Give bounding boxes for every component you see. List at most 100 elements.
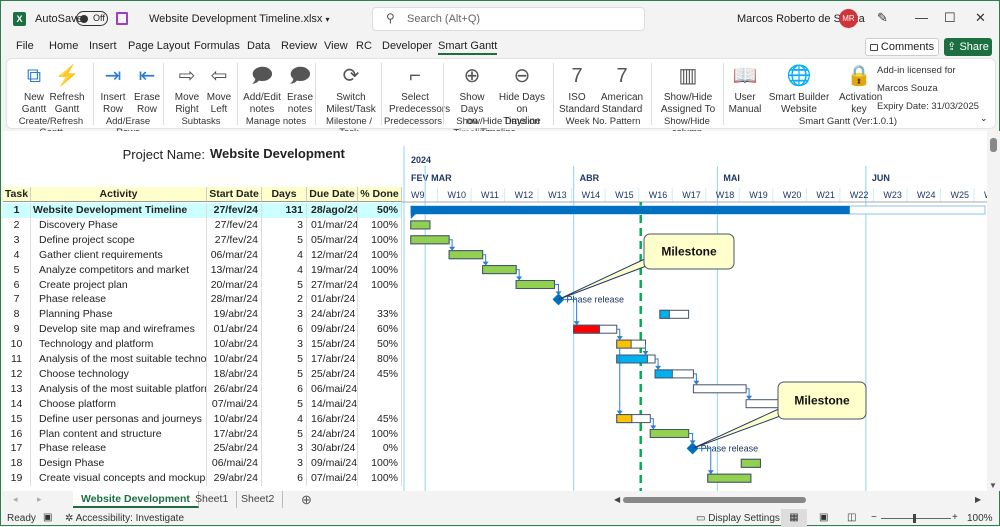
cell-pct[interactable]: 100%	[358, 247, 402, 263]
cell-due[interactable]: 17/abr/24	[307, 352, 358, 367]
column-header-days[interactable]: Days	[262, 187, 307, 202]
cell-start[interactable]: 01/abr/24	[207, 322, 262, 338]
cell-days[interactable]: 4	[262, 411, 307, 427]
menu-tab-insert[interactable]: Insert	[89, 40, 117, 52]
cell-due[interactable]: 06/mai/24	[307, 381, 358, 397]
table-row[interactable]: 17 Phase release 25/abr/24 3 30/abr/24 0%	[3, 441, 402, 457]
table-row[interactable]: 19 Create visual concepts and mockups 29/a…	[3, 471, 402, 487]
cell-activity[interactable]: Analysis of the most suitable technology	[31, 352, 207, 367]
user-manual-button[interactable]: 📖 User Manual	[727, 61, 763, 116]
cell-activity[interactable]: Define user personas and journeys	[31, 411, 207, 427]
column-header-start-date[interactable]: Start Date	[207, 187, 262, 202]
cell-pct[interactable]: 0%	[358, 441, 402, 457]
menu-tab-developer[interactable]: Developer	[382, 40, 432, 52]
cell-start[interactable]: 28/mar/24	[207, 292, 262, 308]
menu-tab-file[interactable]: File	[16, 40, 34, 52]
cell-pct[interactable]	[358, 396, 402, 412]
cell-start[interactable]: 18/abr/24	[207, 366, 262, 382]
cell-task[interactable]: 12	[3, 366, 31, 382]
cell-activity[interactable]: Analyze competitors and market	[31, 262, 207, 278]
cell-task[interactable]: 15	[3, 411, 31, 427]
cell-task[interactable]: 17	[3, 441, 31, 457]
sheet-tab-sheet2[interactable]: Sheet2	[233, 491, 284, 508]
menu-tab-data[interactable]: Data	[247, 40, 270, 52]
table-row[interactable]: 3 Define project scope 27/fev/24 5 05/mar/24…	[3, 232, 402, 248]
cell-start[interactable]: 10/abr/24	[207, 337, 262, 353]
cell-due[interactable]: 25/abr/24	[307, 366, 358, 382]
cell-task[interactable]: 2	[3, 217, 31, 233]
collapse-ribbon-icon[interactable]: ⌄	[980, 113, 988, 124]
cell-pct[interactable]: 100%	[358, 426, 402, 442]
cell-due[interactable]: 15/abr/24	[307, 337, 358, 353]
cell-days[interactable]: 4	[262, 262, 307, 278]
table-row[interactable]: 5 Analyze competitors and market 13/mar/24…	[3, 262, 402, 278]
cell-days[interactable]: 6	[262, 471, 307, 487]
cell-activity[interactable]: Phase release	[31, 441, 207, 457]
cell-activity[interactable]: Phase release	[31, 292, 207, 308]
macro-record-icon[interactable]: ▣	[43, 512, 52, 523]
select-predecessors-button[interactable]: ⌐ Select Predecessors	[389, 61, 450, 116]
cell-due[interactable]: 19/mar/24	[307, 262, 358, 278]
cell-pct[interactable]: 80%	[358, 352, 402, 367]
cell-activity[interactable]: Create visual concepts and mockups	[31, 471, 207, 487]
tab-next-icon[interactable]: ▸	[37, 494, 42, 505]
cell-pct[interactable]: 100%	[358, 277, 402, 293]
minimize-button[interactable]: —	[915, 10, 928, 25]
refresh-gantt-button[interactable]: ⚡ Refresh Gantt	[45, 61, 89, 116]
cell-pct[interactable]: 100%	[358, 262, 402, 278]
page-break-view-icon[interactable]: ◫	[847, 512, 856, 523]
cell-activity[interactable]: Plan content and structure	[31, 426, 207, 442]
cell-days[interactable]: 3	[262, 307, 307, 323]
table-row[interactable]: 4 Gather client requirements 06/mar/24 4 12/…	[3, 247, 402, 263]
accessibility-status[interactable]: ✲ Accessibility: Investigate	[65, 513, 184, 524]
cell-pct[interactable]: 45%	[358, 366, 402, 382]
cell-start[interactable]: 20/mar/24	[207, 277, 262, 293]
erase-row-button[interactable]: ⇤ Erase Row	[131, 61, 163, 116]
table-row[interactable]: 12 Choose technology 18/abr/24 5 25/abr/24 45…	[3, 366, 402, 382]
cell-activity[interactable]: Choose technology	[31, 366, 207, 382]
cell-days[interactable]: 5	[262, 366, 307, 382]
activation-key-button[interactable]: 🔒 Activation key	[839, 61, 882, 116]
cell-start[interactable]: 27/fev/24	[207, 203, 262, 218]
cell-days[interactable]: 5	[262, 232, 307, 248]
table-row[interactable]: 11Analysis of the most suitable technolo…	[3, 352, 402, 367]
scroll-down-icon[interactable]: ▼	[989, 481, 997, 490]
menu-tab-page-layout[interactable]: Page Layout	[128, 40, 190, 52]
american-standard-button[interactable]: 7 American Standard	[599, 61, 645, 116]
cell-due[interactable]: 09/abr/24	[307, 322, 358, 338]
cell-pct[interactable]: 100%	[358, 217, 402, 233]
cell-activity[interactable]: Develop site map and wireframes	[31, 322, 207, 338]
search-input[interactable]: Search (Alt+Q)	[372, 7, 645, 31]
cell-task[interactable]: 10	[3, 337, 31, 353]
horizontal-scroll-thumb[interactable]	[623, 497, 806, 503]
cell-days[interactable]: 5	[262, 396, 307, 412]
cell-activity[interactable]: Website Development Timeline	[31, 203, 207, 218]
sheet-tab-website-development[interactable]: Website Development	[73, 491, 199, 508]
cell-task[interactable]: 4	[3, 247, 31, 263]
cell-task[interactable]: 8	[3, 307, 31, 323]
cell-due[interactable]: 14/mai/24	[307, 396, 358, 412]
cell-pct[interactable]: 100%	[358, 232, 402, 248]
maximize-button[interactable]: ☐	[944, 10, 956, 26]
column-header-activity[interactable]: Activity	[31, 187, 207, 202]
move-left-button[interactable]: ⇦ Move Left	[203, 61, 235, 116]
cell-pct[interactable]	[358, 292, 402, 308]
column-header-done[interactable]: % Done	[358, 187, 402, 202]
vertical-scrollbar[interactable]	[987, 131, 1000, 491]
cell-task[interactable]: 6	[3, 277, 31, 293]
cell-task[interactable]: 5	[3, 262, 31, 278]
cell-start[interactable]: 26/abr/24	[207, 381, 262, 397]
cell-task[interactable]: 14	[3, 396, 31, 412]
cell-due[interactable]: 12/mar/24	[307, 247, 358, 263]
table-row[interactable]: 7 Phase release 28/mar/24 2 01/abr/24	[3, 292, 402, 308]
cell-start[interactable]: 19/abr/24	[207, 307, 262, 323]
page-layout-view-icon[interactable]: ▣	[819, 512, 828, 523]
cell-due[interactable]: 16/abr/24	[307, 411, 358, 427]
cell-start[interactable]: 27/fev/24	[207, 217, 262, 233]
table-row[interactable]: 2 Discovery Phase 27/fev/24 3 01/mar/24 100%	[3, 217, 402, 233]
cell-activity[interactable]: Planning Phase	[31, 307, 207, 323]
task-bar[interactable]	[692, 384, 747, 394]
tab-prev-icon[interactable]: ◂	[13, 494, 18, 505]
cell-due[interactable]: 27/mar/24	[307, 277, 358, 293]
table-row[interactable]: 14 Choose platform 07/mai/24 5 14/mai/24	[3, 396, 402, 412]
